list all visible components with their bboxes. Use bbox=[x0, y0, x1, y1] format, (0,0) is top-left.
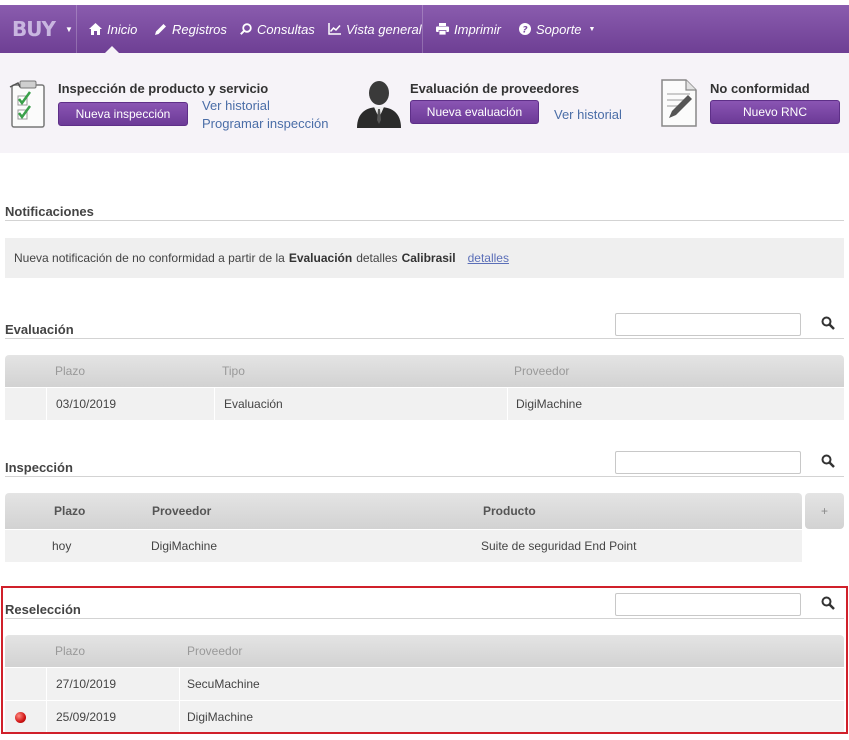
cell-plazo: 03/10/2019 bbox=[56, 397, 117, 411]
column-divider bbox=[507, 388, 508, 420]
inspection-table-header: Plazo Proveedor Producto bbox=[5, 493, 802, 529]
brand-logo: BUY bbox=[12, 17, 56, 41]
notifications-title: Notificaciones bbox=[5, 204, 94, 219]
new-rnc-button[interactable]: Nuevo RNC bbox=[710, 100, 840, 124]
search-icon[interactable] bbox=[821, 454, 835, 473]
notification-item: Nueva notificación de no conformidad a p… bbox=[5, 238, 844, 278]
pencil-icon bbox=[155, 23, 167, 35]
table-row[interactable]: 25/09/2019 DigiMachine bbox=[5, 700, 844, 733]
notification-text: detalles bbox=[356, 251, 398, 265]
inspection-history-link[interactable]: Ver historial bbox=[202, 98, 270, 113]
nav-item-label: Registros bbox=[172, 21, 227, 37]
column-header-plazo[interactable]: Plazo bbox=[55, 355, 85, 387]
notification-supplier: Calibrasil bbox=[401, 251, 456, 265]
supplier-person-icon bbox=[355, 78, 403, 133]
status-indicator bbox=[15, 701, 26, 733]
column-divider bbox=[179, 668, 180, 700]
nav-item-label: Vista general bbox=[346, 21, 422, 37]
evaluation-table-header: Plazo Tipo Proveedor bbox=[5, 355, 844, 387]
column-divider bbox=[46, 701, 47, 733]
active-indicator bbox=[105, 46, 119, 53]
cell-proveedor: DigiMachine bbox=[187, 710, 254, 724]
top-navbar: BUY ▼ Inicio Registros Consultas Vista g… bbox=[0, 5, 849, 53]
inspection-search-input[interactable] bbox=[615, 451, 801, 474]
cell-producto: Suite de seguridad End Point bbox=[481, 539, 637, 553]
nav-item-soporte[interactable]: ? Soporte ▼ bbox=[519, 5, 595, 53]
cell-proveedor: SecuMachine bbox=[187, 677, 260, 691]
evaluation-history-link[interactable]: Ver historial bbox=[554, 107, 622, 122]
printer-icon bbox=[436, 23, 449, 35]
reselection-section-title: Reselección bbox=[5, 602, 81, 617]
nav-item-label: Imprimir bbox=[454, 21, 501, 37]
add-inspection-button[interactable]: + bbox=[805, 493, 844, 529]
cell-tipo: Evaluación bbox=[224, 397, 283, 411]
column-header-proveedor[interactable]: Proveedor bbox=[514, 355, 569, 387]
column-divider bbox=[214, 388, 215, 420]
column-header-proveedor[interactable]: Proveedor bbox=[187, 635, 242, 667]
column-divider bbox=[46, 668, 47, 700]
evaluation-title: Evaluación de proveedores bbox=[410, 81, 580, 96]
chart-icon bbox=[328, 23, 341, 35]
nav-item-label: Soporte bbox=[536, 21, 582, 37]
cell-proveedor: DigiMachine bbox=[516, 397, 583, 411]
table-row[interactable]: hoy DigiMachine Suite de seguridad End P… bbox=[5, 529, 802, 562]
schedule-inspection-link[interactable]: Programar inspección bbox=[202, 116, 328, 131]
column-header-proveedor[interactable]: Proveedor bbox=[152, 493, 211, 529]
divider bbox=[5, 618, 844, 619]
column-header-plazo[interactable]: Plazo bbox=[54, 493, 85, 529]
search-icon bbox=[240, 23, 252, 35]
cell-plazo: 25/09/2019 bbox=[56, 710, 117, 724]
column-divider bbox=[179, 701, 180, 733]
cell-proveedor: DigiMachine bbox=[151, 539, 218, 553]
nav-item-label: Inicio bbox=[107, 21, 138, 37]
nav-item-registros[interactable]: Registros bbox=[155, 5, 227, 53]
divider bbox=[5, 338, 844, 339]
nav-item-consultas[interactable]: Consultas bbox=[240, 5, 315, 53]
column-header-plazo[interactable]: Plazo bbox=[55, 635, 85, 667]
column-divider bbox=[46, 388, 47, 420]
notification-details-link[interactable]: detalles bbox=[468, 251, 509, 265]
inspection-section-title: Inspección bbox=[5, 460, 73, 475]
column-header-producto[interactable]: Producto bbox=[483, 493, 536, 529]
notification-text: Nueva notificación de no conformidad a p… bbox=[14, 251, 285, 265]
nav-item-vista-general[interactable]: Vista general bbox=[328, 5, 422, 53]
new-inspection-button[interactable]: Nueva inspección bbox=[58, 102, 188, 126]
nav-divider bbox=[76, 5, 77, 53]
table-row[interactable]: 27/10/2019 SecuMachine bbox=[5, 667, 844, 700]
reselection-table-header: Plazo Proveedor bbox=[5, 635, 844, 667]
svg-text:?: ? bbox=[522, 26, 527, 36]
nav-item-imprimir[interactable]: Imprimir bbox=[436, 5, 501, 53]
home-icon bbox=[89, 23, 102, 35]
clipboard-check-icon bbox=[8, 79, 48, 134]
table-row[interactable]: 03/10/2019 Evaluación DigiMachine bbox=[5, 387, 844, 420]
red-status-dot-icon bbox=[15, 711, 26, 723]
brand-menu[interactable]: BUY ▼ bbox=[12, 5, 73, 53]
divider bbox=[5, 220, 844, 221]
evaluation-search-input[interactable] bbox=[615, 313, 801, 336]
inspection-title: Inspección de producto y servicio bbox=[58, 81, 269, 96]
help-icon: ? bbox=[519, 23, 531, 35]
search-icon[interactable] bbox=[821, 596, 835, 615]
document-edit-icon bbox=[660, 78, 698, 133]
nav-divider bbox=[422, 5, 423, 53]
nav-item-label: Consultas bbox=[257, 21, 315, 37]
notification-emphasis: Evaluación bbox=[288, 251, 353, 265]
caret-down-icon: ▼ bbox=[588, 25, 596, 33]
cell-plazo: hoy bbox=[52, 539, 72, 553]
column-header-tipo[interactable]: Tipo bbox=[222, 355, 245, 387]
reselection-search-input[interactable] bbox=[615, 593, 801, 616]
cell-plazo: 27/10/2019 bbox=[56, 677, 117, 691]
nonconformity-title: No conformidad bbox=[710, 81, 810, 96]
search-icon[interactable] bbox=[821, 316, 835, 335]
divider bbox=[5, 476, 844, 477]
caret-down-icon: ▼ bbox=[64, 24, 73, 34]
new-evaluation-button[interactable]: Nueva evaluación bbox=[410, 100, 539, 124]
evaluation-section-title: Evaluación bbox=[5, 322, 74, 337]
